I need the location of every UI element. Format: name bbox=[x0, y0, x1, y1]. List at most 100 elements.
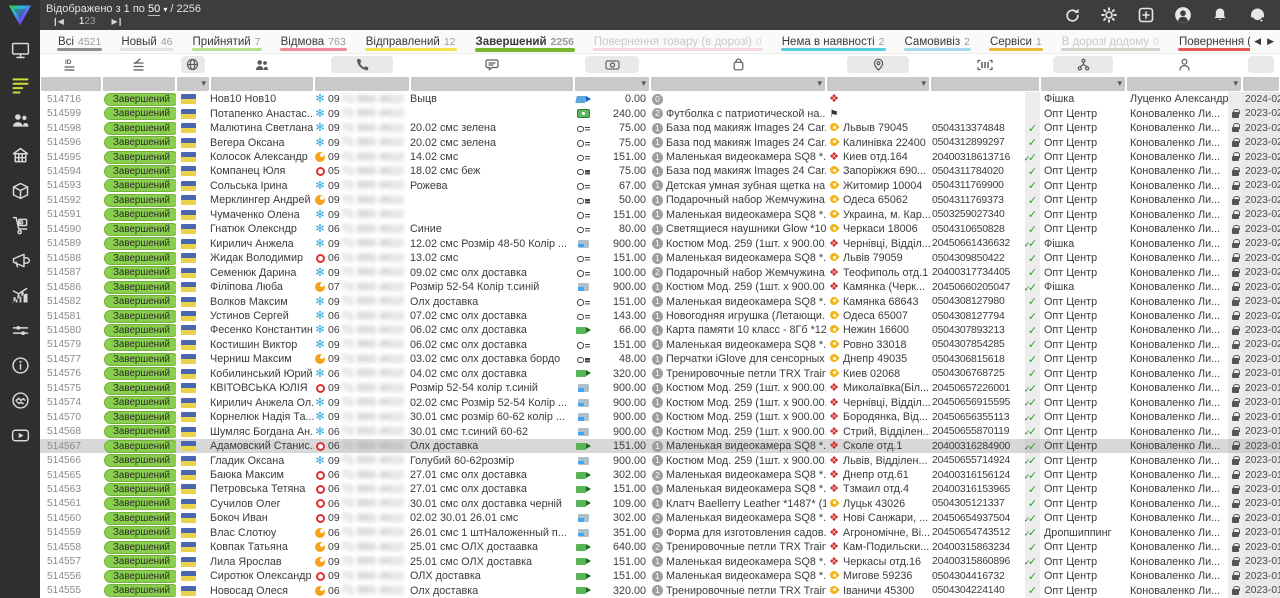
filter-phone[interactable] bbox=[314, 75, 410, 92]
cell-customer-name[interactable]: Черниш Максим bbox=[210, 352, 314, 366]
cell-customer-name[interactable]: Вегера Оксана bbox=[210, 135, 314, 149]
table-row[interactable]: 514595 Завершений Колосок Александр 09 1… bbox=[40, 150, 1280, 164]
tabs-scroll-left-icon[interactable]: ◀ bbox=[1254, 36, 1261, 47]
cell-customer-name[interactable]: Баюка Максим bbox=[210, 468, 314, 482]
filter-comment[interactable] bbox=[410, 75, 574, 92]
table-row[interactable]: 514594 Завершений Компанец Юля 05 18.02 … bbox=[40, 164, 1280, 178]
cell-customer-name[interactable]: Гладик Оксана bbox=[210, 453, 314, 467]
column-header-phone[interactable] bbox=[314, 54, 410, 75]
refresh-button[interactable] bbox=[1063, 6, 1081, 24]
table-row[interactable]: 514566 Завершений Гладик Оксана 09 Голуб… bbox=[40, 453, 1280, 467]
cell-customer-name[interactable]: Жидак Володимир bbox=[210, 251, 314, 265]
cell-customer-name[interactable]: Чумаченко Олена bbox=[210, 208, 314, 222]
support-button[interactable] bbox=[1248, 6, 1266, 24]
column-header-tracking[interactable] bbox=[930, 54, 1040, 75]
last-page-button[interactable]: ▶❙ bbox=[112, 17, 123, 26]
table-row[interactable]: 514598 Завершений Малютина Светлана 09 2… bbox=[40, 121, 1280, 135]
sidebar-item-partners[interactable] bbox=[6, 388, 34, 412]
column-header-source[interactable] bbox=[1040, 54, 1126, 75]
table-row[interactable]: 514586 Завершений Філіпова Люба 07 Розмі… bbox=[40, 280, 1280, 294]
sidebar-item-customers[interactable] bbox=[6, 108, 34, 132]
table-row[interactable]: 514580 Завершений Фесенко Константин 06 … bbox=[40, 323, 1280, 337]
filter-order-id[interactable] bbox=[40, 75, 102, 92]
cell-customer-name[interactable]: Мерклингер Андрей bbox=[210, 193, 314, 207]
settings-button[interactable] bbox=[1100, 6, 1118, 24]
page-number[interactable]: 3 bbox=[90, 16, 96, 27]
filter-status[interactable] bbox=[102, 75, 176, 92]
cell-customer-name[interactable]: Сольська Ірина bbox=[210, 179, 314, 193]
cell-customer-name[interactable]: Лила Ярослав bbox=[210, 555, 314, 569]
status-tab[interactable]: Прийнятий 7 bbox=[183, 30, 271, 53]
column-header-products[interactable] bbox=[650, 54, 826, 75]
cell-customer-name[interactable]: Ковпак Татьяна bbox=[210, 540, 314, 554]
filter-manager[interactable] bbox=[1126, 75, 1242, 92]
cell-customer-name[interactable]: Фесенко Константин bbox=[210, 323, 314, 337]
table-row[interactable]: 514559 Завершений Влас Слотюу 06 26.01 с… bbox=[40, 526, 1280, 540]
filter-source[interactable] bbox=[1040, 75, 1126, 92]
table-row[interactable]: 514575 Завершений КВІТОВСЬКА ЮЛІЯ 09 Роз… bbox=[40, 381, 1280, 395]
status-tab[interactable]: Сервіси 1 bbox=[980, 30, 1052, 53]
status-tab[interactable]: Самовивіз 2 bbox=[895, 30, 980, 53]
filter-customer[interactable] bbox=[210, 75, 314, 92]
profile-button[interactable] bbox=[1174, 6, 1192, 24]
table-row[interactable]: 514557 Завершений Лила Ярослав 09 25.01 … bbox=[40, 555, 1280, 569]
cell-customer-name[interactable]: КВІТОВСЬКА ЮЛІЯ bbox=[210, 381, 314, 395]
status-tab[interactable]: Відмова 763 bbox=[271, 30, 356, 53]
column-header-manager[interactable] bbox=[1126, 54, 1242, 75]
status-tab[interactable]: Завершений 2256 bbox=[466, 30, 584, 53]
sidebar-item-marketing[interactable] bbox=[6, 248, 34, 272]
cell-customer-name[interactable]: Гнатюк Олексндр bbox=[210, 222, 314, 236]
app-logo[interactable] bbox=[0, 0, 40, 30]
table-row[interactable]: 514567 Завершений Адамовский Станис... 0… bbox=[40, 439, 1280, 453]
table-row[interactable]: 514558 Завершений Ковпак Татьяна 09 25.0… bbox=[40, 540, 1280, 554]
cell-customer-name[interactable]: Кобилинський Юрий bbox=[210, 367, 314, 381]
table-row[interactable]: 514582 Завершений Волков Максим 09 Олх д… bbox=[40, 294, 1280, 308]
column-header-comment[interactable] bbox=[410, 54, 574, 75]
sidebar-item-dashboard[interactable] bbox=[6, 38, 34, 62]
sidebar-item-settings[interactable] bbox=[6, 318, 34, 342]
table-row[interactable]: 514596 Завершений Вегера Оксана 09 20.02… bbox=[40, 135, 1280, 149]
filter-country[interactable] bbox=[176, 75, 210, 92]
cell-customer-name[interactable]: Адамовский Станис... bbox=[210, 439, 314, 453]
cell-customer-name[interactable]: Малютина Светлана bbox=[210, 121, 314, 135]
cell-customer-name[interactable]: Нов10 Нов10 bbox=[210, 92, 314, 106]
cell-customer-name[interactable]: Філіпова Люба bbox=[210, 280, 314, 294]
cell-customer-name[interactable]: Компанец Юля bbox=[210, 164, 314, 178]
status-tab[interactable]: Нема в наявності 2 bbox=[772, 30, 895, 53]
column-header-payment[interactable] bbox=[574, 54, 650, 75]
cell-customer-name[interactable]: Семенюк Дарина bbox=[210, 265, 314, 279]
cell-customer-name[interactable]: Влас Слотюу bbox=[210, 526, 314, 540]
status-tab[interactable]: В дорозі додому 0 bbox=[1052, 30, 1169, 53]
column-header-date[interactable] bbox=[1242, 54, 1280, 75]
cell-customer-name[interactable]: Волков Максим bbox=[210, 294, 314, 308]
filter-products[interactable] bbox=[650, 75, 826, 92]
table-row[interactable]: 514589 Завершений Кирилич Анжела 09 12.0… bbox=[40, 237, 1280, 251]
table-row[interactable]: 514556 Завершений Сиротюк Олександр 09 О… bbox=[40, 569, 1280, 583]
cell-customer-name[interactable]: Колосок Александр bbox=[210, 150, 314, 164]
table-row[interactable]: 514555 Завершений Новосад Олеся 06 Олх д… bbox=[40, 583, 1280, 597]
sidebar-item-statistics[interactable] bbox=[6, 283, 34, 307]
table-row[interactable]: 514593 Завершений Сольська Ірина 09 Роже… bbox=[40, 179, 1280, 193]
filter-payment[interactable] bbox=[574, 75, 650, 92]
table-row[interactable]: 514574 Завершений Кирилич Анжела Ол... 0… bbox=[40, 396, 1280, 410]
cell-customer-name[interactable]: Новосад Олеся bbox=[210, 583, 314, 597]
cell-customer-name[interactable]: Кирилич Анжела bbox=[210, 237, 314, 251]
cell-customer-name[interactable]: Кирилич Анжела Ол... bbox=[210, 396, 314, 410]
column-header-status[interactable] bbox=[102, 54, 176, 75]
table-row[interactable]: 514568 Завершений Шумляс Богдана Ан... 0… bbox=[40, 424, 1280, 438]
table-row[interactable]: 514581 Завершений Устинов Сергей 06 07.0… bbox=[40, 309, 1280, 323]
cell-customer-name[interactable]: Устинов Сергей bbox=[210, 309, 314, 323]
table-row[interactable]: 514590 Завершений Гнатюк Олексндр 06 Син… bbox=[40, 222, 1280, 236]
table-row[interactable]: 514576 Завершений Кобилинський Юрий 06 0… bbox=[40, 367, 1280, 381]
table-row[interactable]: 514565 Завершений Баюка Максим 06 27.01 … bbox=[40, 468, 1280, 482]
cell-customer-name[interactable]: Сучилов Олег bbox=[210, 497, 314, 511]
cell-customer-name[interactable]: Сиротюк Олександр bbox=[210, 569, 314, 583]
sidebar-item-orders[interactable] bbox=[6, 73, 34, 97]
sidebar-item-tutorials[interactable] bbox=[6, 423, 34, 447]
sidebar-item-purchases[interactable] bbox=[6, 213, 34, 237]
table-row[interactable]: 514561 Завершений Сучилов Олег 06 30.01 … bbox=[40, 497, 1280, 511]
table-row[interactable]: 514591 Завершений Чумаченко Олена 09 bbox=[40, 208, 1280, 222]
filter-tracking[interactable] bbox=[930, 75, 1040, 92]
status-tab[interactable]: Новый 46 bbox=[111, 30, 182, 53]
table-row[interactable]: 514592 Завершений Мерклингер Андрей 09 bbox=[40, 193, 1280, 207]
